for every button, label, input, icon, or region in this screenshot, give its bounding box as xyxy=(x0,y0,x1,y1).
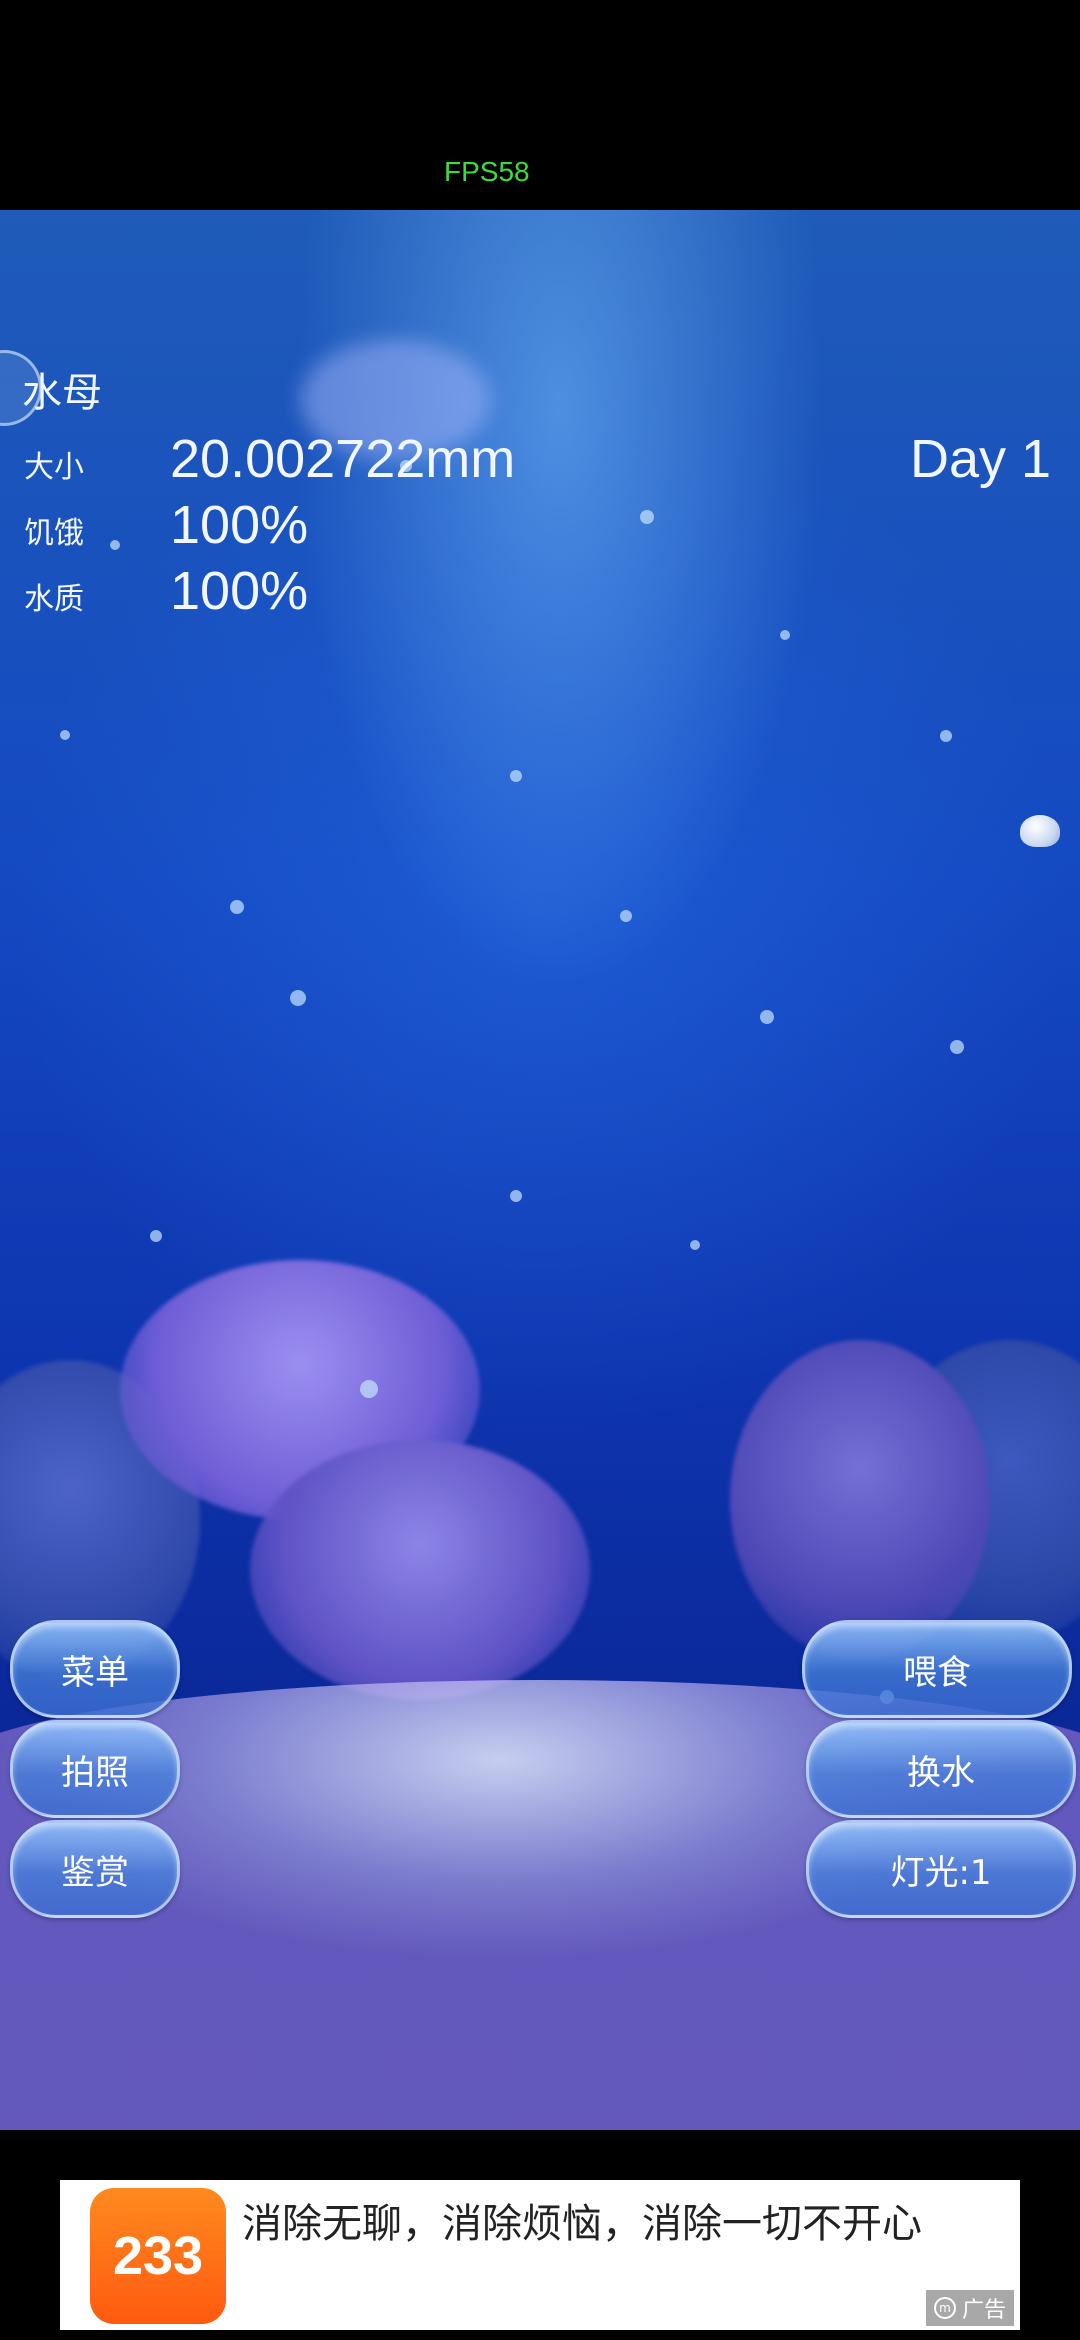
ad-tag: m 广告 xyxy=(925,2290,1014,2326)
hunger-value: 100% xyxy=(170,495,309,555)
menu-button[interactable]: 菜单 xyxy=(10,1620,180,1718)
bubble xyxy=(620,910,632,922)
bubble xyxy=(690,1240,700,1250)
bubble xyxy=(760,1010,774,1024)
bubble xyxy=(110,540,120,550)
ad-text[interactable]: 消除无聊，消除烦恼，消除一切不开心 xyxy=(242,2194,932,2254)
top-bar: FPS58 xyxy=(0,0,1080,210)
aquarium-scene[interactable]: 水母 大小 20.002722mm Day 1 饥饿 100% 水质 100% … xyxy=(0,210,1080,2130)
bubble xyxy=(950,1040,964,1054)
ad-mark-icon: m xyxy=(933,2297,956,2319)
creature-title: 水母 xyxy=(22,370,102,416)
bubble xyxy=(780,630,790,640)
bubble xyxy=(640,510,654,524)
day-counter: Day 1 xyxy=(910,429,1052,489)
size-value: 20.002722mm xyxy=(170,429,516,489)
feed-button[interactable]: 喂食 xyxy=(802,1620,1072,1718)
bubble xyxy=(290,990,306,1006)
bubble xyxy=(940,730,952,742)
coral-purple-small xyxy=(250,1440,590,1700)
bubble xyxy=(60,730,70,740)
jellyfish-small[interactable] xyxy=(1020,815,1060,847)
bubble xyxy=(230,900,244,914)
bubble xyxy=(360,1380,378,1398)
ad-banner[interactable]: 233 消除无聊，消除烦恼，消除一切不开心 m 广告 xyxy=(60,2180,1020,2330)
bubble xyxy=(150,1230,162,1242)
coral-right xyxy=(730,1340,990,1660)
change-water-button[interactable]: 换水 xyxy=(806,1720,1076,1818)
water-quality-value: 100% xyxy=(170,561,309,621)
bubble xyxy=(510,770,522,782)
ad-logo-icon[interactable]: 233 xyxy=(90,2188,226,2324)
fps-counter: FPS58 xyxy=(444,156,530,187)
size-label: 大小 xyxy=(24,450,84,485)
light-button[interactable]: 灯光:1 xyxy=(806,1820,1076,1918)
appreciate-button[interactable]: 鉴赏 xyxy=(10,1820,180,1918)
photo-button[interactable]: 拍照 xyxy=(10,1720,180,1818)
ad-tag-label: 广告 xyxy=(961,2298,1006,2323)
hunger-label: 饥饿 xyxy=(24,516,84,551)
water-quality-label: 水质 xyxy=(24,582,84,617)
bubble xyxy=(510,1190,522,1202)
